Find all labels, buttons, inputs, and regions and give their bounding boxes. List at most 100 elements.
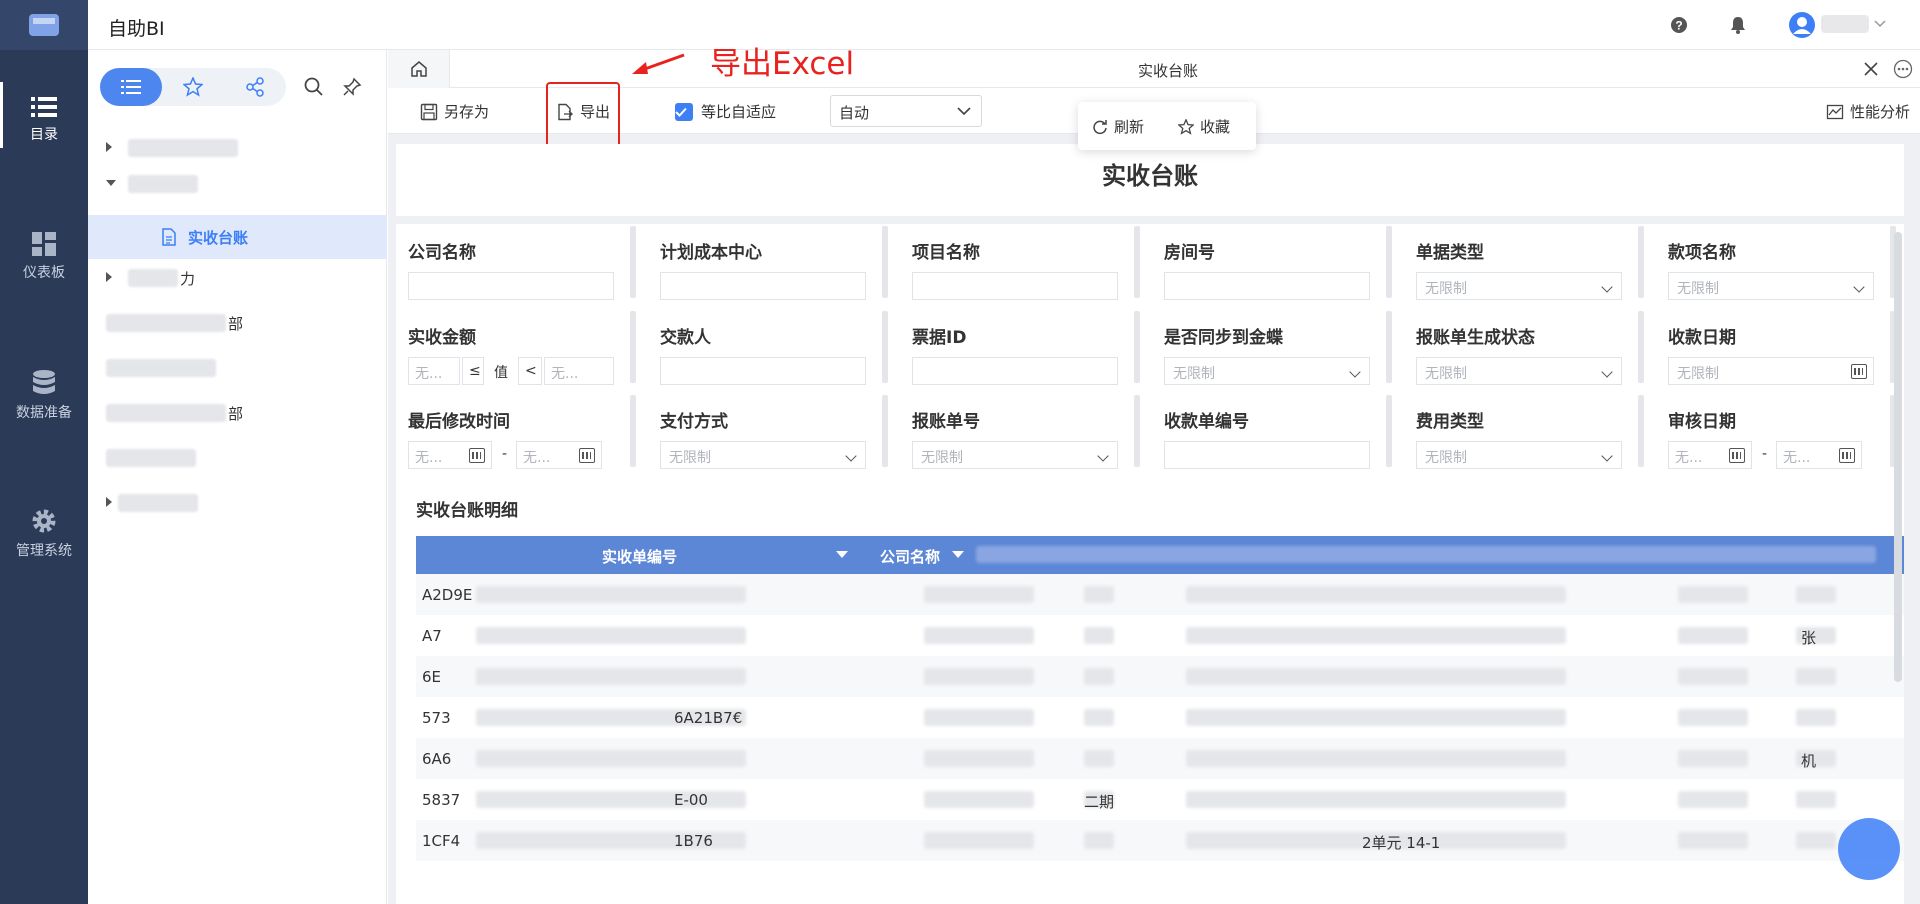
rail-item-admin[interactable]: 管理系统: [0, 508, 88, 560]
tab-title[interactable]: 实收台账: [1138, 60, 1198, 81]
tree-label-partial: 部: [228, 315, 244, 333]
table-cell: 2单元 14-1: [1362, 834, 1441, 852]
filter-select[interactable]: 无限制: [660, 441, 866, 469]
table-row[interactable]: A7 张: [416, 615, 1904, 656]
col-header-receipt-no[interactable]: 实收单编号: [602, 546, 677, 567]
resize-grip[interactable]: [882, 311, 888, 383]
report-file-icon: [162, 228, 176, 246]
home-tab[interactable]: [388, 50, 450, 88]
sort-dropdown-icon[interactable]: [952, 551, 964, 558]
table-row[interactable]: A2D9E: [416, 574, 1904, 615]
range-min-operator[interactable]: ≤: [462, 357, 484, 385]
tab-shared[interactable]: [224, 68, 286, 106]
more-options-icon[interactable]: [1893, 59, 1913, 79]
resize-grip[interactable]: [630, 395, 636, 467]
date-from-input[interactable]: 无...: [1668, 441, 1752, 469]
filter-select[interactable]: 无限制: [1668, 272, 1874, 300]
expand-arrow-icon[interactable]: [106, 142, 112, 152]
pin-icon[interactable]: [342, 77, 362, 97]
filter-text-input[interactable]: [408, 272, 614, 300]
resize-grip[interactable]: [1386, 226, 1392, 298]
rail-item-catalog[interactable]: 目录: [0, 82, 88, 148]
rail-item-dashboard[interactable]: 仪表板: [0, 232, 88, 282]
help-icon[interactable]: ?: [1670, 16, 1688, 34]
tab-list-view[interactable]: [100, 68, 162, 106]
table-row[interactable]: 6E: [416, 656, 1904, 697]
performance-analysis-button[interactable]: 性能分析: [1826, 101, 1910, 122]
calendar-icon[interactable]: [469, 448, 485, 463]
filter-select[interactable]: 无限制: [1416, 272, 1622, 300]
vertical-scrollbar[interactable]: [1894, 232, 1902, 682]
filter-text-input[interactable]: [1164, 441, 1370, 469]
user-name-blurred[interactable]: [1821, 15, 1869, 33]
resize-grip[interactable]: [1134, 395, 1140, 467]
filter-select[interactable]: 无限制: [912, 441, 1118, 469]
user-avatar[interactable]: [1789, 12, 1815, 38]
range-min-input[interactable]: 无...: [408, 357, 460, 385]
resize-grip[interactable]: [630, 311, 636, 383]
search-icon[interactable]: [304, 77, 324, 97]
filter-text-input[interactable]: [912, 272, 1118, 300]
resize-grip[interactable]: [1386, 311, 1392, 383]
refresh-button[interactable]: 刷新: [1092, 116, 1144, 137]
table-cell: 1B76: [674, 832, 713, 850]
resize-grip[interactable]: [1134, 311, 1140, 383]
tree-node-1[interactable]: [88, 130, 387, 166]
blurred-headers: [976, 546, 1876, 563]
filter-text-input[interactable]: [1164, 272, 1370, 300]
table-row[interactable]: 573 6A21B7€: [416, 697, 1904, 738]
close-icon[interactable]: [1863, 61, 1879, 77]
filter-date-input[interactable]: 无限制: [1668, 357, 1874, 385]
expand-arrow-icon[interactable]: [106, 497, 112, 507]
tree-node-2[interactable]: [88, 166, 387, 202]
filter-select[interactable]: 无限制: [1416, 357, 1622, 385]
resize-grip[interactable]: [1386, 395, 1392, 467]
filter-text-input[interactable]: [660, 357, 866, 385]
resize-grip[interactable]: [1638, 311, 1644, 383]
date-to-input[interactable]: 无...: [1776, 441, 1862, 469]
resize-grip[interactable]: [1134, 226, 1140, 298]
expand-arrow-icon[interactable]: [106, 272, 112, 282]
tree-node-selected-report[interactable]: 实收台账: [88, 215, 387, 259]
table-row[interactable]: 6A6 机: [416, 738, 1904, 779]
resize-grip[interactable]: [1638, 226, 1644, 298]
collapse-arrow-icon[interactable]: [106, 180, 116, 186]
resize-grip[interactable]: [1638, 395, 1644, 467]
blurred-cell: [1678, 709, 1748, 726]
resize-grip[interactable]: [630, 226, 636, 298]
fit-ratio-checkbox[interactable]: 等比自适应: [675, 101, 776, 122]
filter-select[interactable]: 无限制: [1164, 357, 1370, 385]
resize-grip[interactable]: [882, 226, 888, 298]
floating-assistant-button[interactable]: [1838, 818, 1900, 880]
favorite-button[interactable]: 收藏: [1178, 116, 1230, 137]
filter-text-input[interactable]: [912, 357, 1118, 385]
calendar-icon[interactable]: [579, 448, 595, 463]
tree-node-9[interactable]: [88, 485, 387, 521]
date-to-input[interactable]: 无...: [516, 441, 602, 469]
filter-text-input[interactable]: [660, 272, 866, 300]
calendar-icon[interactable]: [1839, 448, 1855, 463]
zoom-select[interactable]: 自动: [830, 95, 982, 127]
save-as-button[interactable]: 另存为: [420, 101, 489, 122]
bell-icon[interactable]: [1729, 16, 1747, 34]
tab-favorites[interactable]: [162, 68, 224, 106]
col-header-company[interactable]: 公司名称: [880, 546, 940, 567]
tree-node-7[interactable]: 部: [88, 395, 387, 431]
table-row[interactable]: 5837 E-00 二期: [416, 779, 1904, 820]
calendar-icon[interactable]: [1729, 448, 1745, 463]
chevron-down-icon[interactable]: [1874, 20, 1886, 28]
range-max-operator[interactable]: <: [518, 357, 542, 385]
table-row[interactable]: 1CF4 1B76 2单元 14-1: [416, 820, 1904, 861]
chevron-down-icon: [1601, 450, 1613, 462]
sort-dropdown-icon[interactable]: [836, 551, 848, 558]
tree-node-8[interactable]: [88, 440, 387, 476]
date-from-input[interactable]: 无...: [408, 441, 492, 469]
tree-node-4[interactable]: 力: [88, 260, 387, 296]
calendar-icon[interactable]: [1851, 364, 1867, 379]
resize-grip[interactable]: [882, 395, 888, 467]
filter-select[interactable]: 无限制: [1416, 441, 1622, 469]
tree-node-5[interactable]: 部: [88, 305, 387, 341]
rail-item-data-prep[interactable]: 数据准备: [0, 370, 88, 422]
tree-node-6[interactable]: [88, 350, 387, 386]
range-max-input[interactable]: 无...: [544, 357, 614, 385]
